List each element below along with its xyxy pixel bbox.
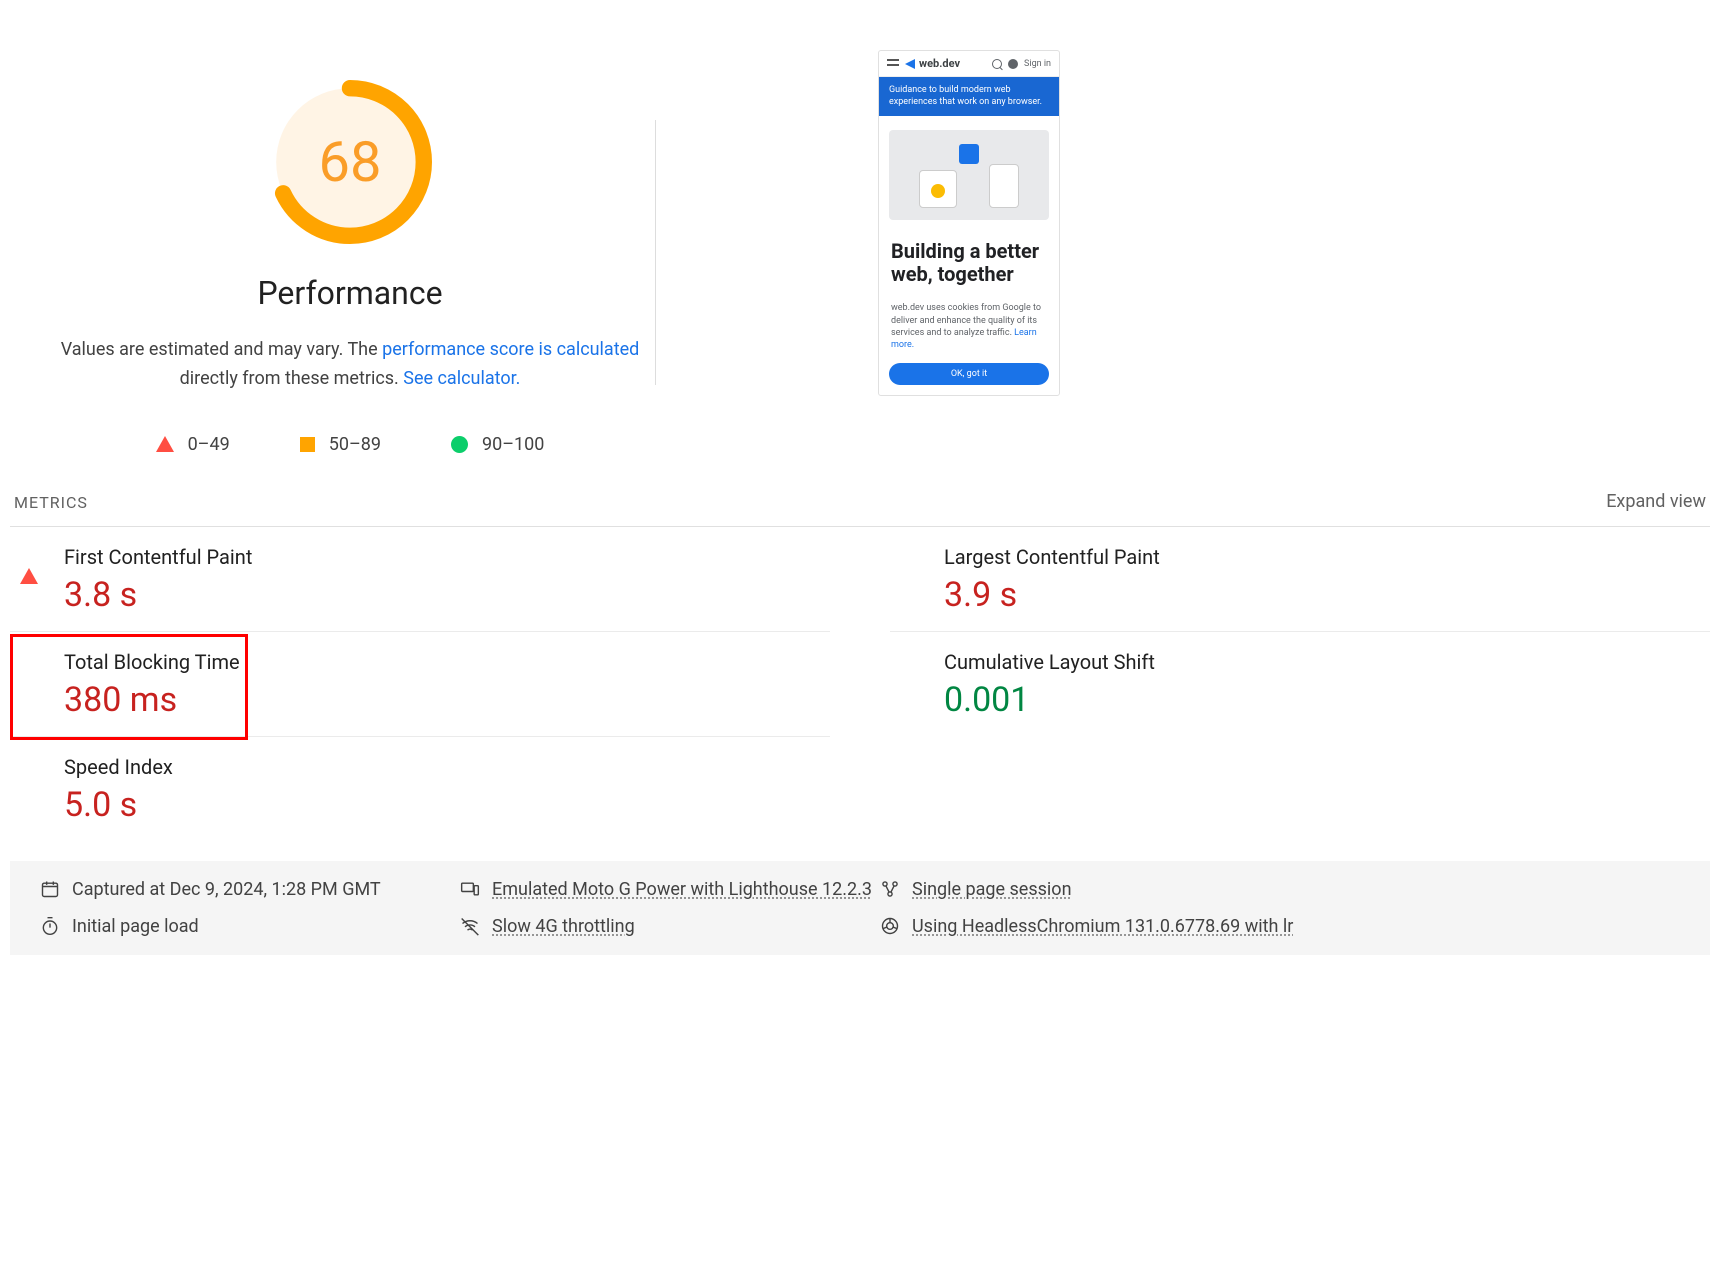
cookie-accept-btn: OK, got it [889,363,1049,385]
metric-lcp[interactable]: Largest Contentful Paint 3.9 s [890,527,1710,632]
fail-range: 0–49 [188,434,230,455]
device-link[interactable]: Emulated Moto G Power with Lighthouse 12… [492,879,872,900]
expand-view-toggle[interactable]: Expand view [1606,491,1706,512]
score-description: Values are estimated and may vary. The p… [30,336,670,394]
calendar-icon [40,879,60,899]
initial-load: Initial page load [72,916,199,937]
category-title: Performance [30,274,670,312]
page-screenshot[interactable]: web.dev Sign in Guidance to build modern… [878,50,1060,396]
site-logo: web.dev [905,57,960,70]
desc-text: Values are estimated and may vary. The [61,339,382,360]
pass-range: 90–100 [482,434,544,455]
desc-text-2: directly from these metrics. [180,368,404,389]
signin-label: Sign in [1024,59,1051,69]
network-icon [460,916,480,936]
env-footer: Captured at Dec 9, 2024, 1:28 PM GMT Emu… [10,861,1710,955]
device-icon [460,879,480,899]
metrics-section-title: METRICS [14,493,88,512]
banner: Guidance to build modern web experiences… [879,77,1059,116]
metric-cls[interactable]: Cumulative Layout Shift 0.001 [890,632,1710,737]
menu-icon [887,59,899,69]
metric-name: Largest Contentful Paint [944,543,1710,569]
metric-value: 5.0 s [64,785,830,825]
vertical-divider [655,120,656,385]
score-scale: 0–49 50–89 90–100 [30,434,670,455]
performance-gauge-section: 68 Performance Values are estimated and … [30,50,670,455]
metric-tbt[interactable]: Total Blocking Time 380 ms [10,632,830,737]
metric-value: 0.001 [944,680,1710,721]
hero-illustration [889,130,1049,220]
avg-range: 50–89 [329,434,381,455]
fail-icon [156,436,174,452]
metric-value: 3.8 s [64,575,830,615]
fail-icon [20,549,38,584]
captured-at: Captured at Dec 9, 2024, 1:28 PM GMT [72,879,381,900]
metric-name: Speed Index [64,753,830,779]
session-icon [880,879,900,899]
theme-icon [1008,59,1018,69]
avg-icon [300,437,315,452]
metric-name: Total Blocking Time [64,648,830,674]
stopwatch-icon [40,916,60,936]
metric-name: First Contentful Paint [64,543,830,569]
metric-name: Cumulative Layout Shift [944,648,1710,675]
metric-value: 380 ms [64,680,830,720]
score-value: 68 [268,80,432,244]
pass-icon [451,436,468,453]
metric-fcp[interactable]: First Contentful Paint 3.8 s [10,527,830,632]
score-gauge: 68 [268,80,432,244]
score-calc-link[interactable]: performance score is calculated [382,339,639,360]
network-link[interactable]: Slow 4G throttling [492,916,635,937]
browser-icon [880,916,900,936]
see-calculator-link[interactable]: See calculator. [403,368,520,389]
search-icon [992,59,1002,69]
cookie-notice: web.dev uses cookies from Google to deli… [879,296,1059,359]
metric-value: 3.9 s [944,575,1710,615]
browser-link[interactable]: Using HeadlessChromium 131.0.6778.69 wit… [912,916,1293,937]
metric-si[interactable]: Speed Index 5.0 s [10,737,830,841]
session-link[interactable]: Single page session [912,879,1072,900]
hero-headline: Building a better web, together [879,234,1059,296]
